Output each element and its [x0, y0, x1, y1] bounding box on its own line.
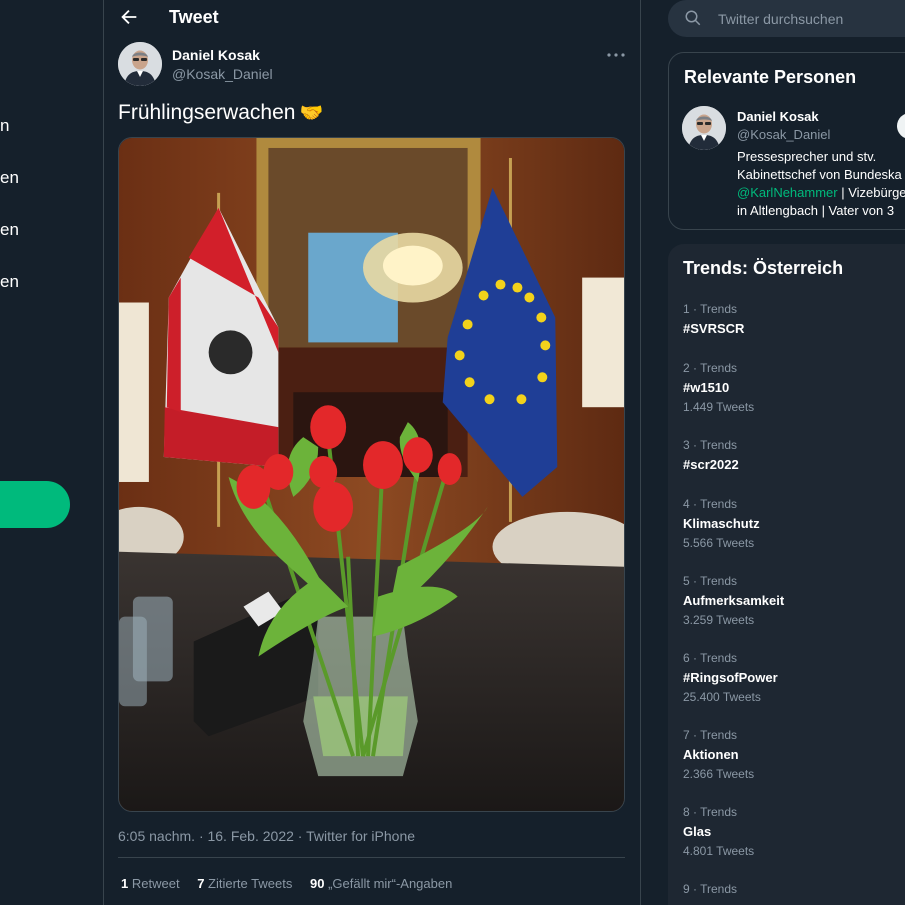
trend-meta: 1 · Trends [683, 302, 738, 316]
page-title: Tweet [169, 7, 219, 27]
trend-count: 1.449 Tweets [683, 400, 755, 414]
trend-item[interactable]: 9 · Trends [683, 882, 737, 896]
bio-mention-link[interactable]: @KarlNehammer [737, 185, 838, 200]
nav-item-4[interactable]: en [0, 272, 19, 292]
trend-item[interactable]: 4 · Trends Klimaschutz 5.566 Tweets [683, 497, 760, 550]
trend-name: Aktionen [683, 747, 739, 762]
trend-meta: 6 · Trends [683, 651, 738, 665]
tweet-timestamp[interactable]: 6:05 nachm. · 16. Feb. 2022 · Twitter fo… [118, 828, 415, 844]
trend-meta: 8 · Trends [683, 805, 738, 819]
trend-item[interactable]: 1 · Trends #SVRSCR [683, 302, 744, 336]
trend-item[interactable]: 5 · Trends Aufmerksamkeit 3.259 Tweets [683, 574, 784, 627]
trend-name: #SVRSCR [683, 321, 745, 336]
person-avatar[interactable] [682, 106, 726, 150]
trend-item[interactable]: 8 · Trends Glas 4.801 Tweets [683, 805, 754, 858]
trend-count: 3.259 Tweets [683, 613, 755, 627]
person-name[interactable]: Daniel Kosak [737, 109, 819, 124]
follow-button[interactable] [897, 113, 905, 139]
author-name[interactable]: Daniel Kosak [172, 47, 260, 63]
tweet-photo[interactable] [118, 137, 625, 812]
handshake-emoji-icon: 🤝 [299, 102, 324, 124]
like-label: „Gefällt mir“-Angaben [328, 876, 453, 891]
trend-count: 5.566 Tweets [683, 536, 755, 550]
left-navigation: n en en en [0, 0, 103, 905]
trend-meta: 7 · Trends [683, 728, 738, 742]
trend-count: 25.400 Tweets [683, 690, 761, 704]
retweet-stat[interactable]: 1 Retweet [121, 876, 180, 891]
retweet-label: Retweet [131, 876, 180, 891]
arrow-left-icon[interactable] [118, 6, 140, 28]
person-bio: Pressesprecher und stv. Kabinettschef vo… [737, 148, 905, 220]
author-handle[interactable]: @Kosak_Daniel [172, 66, 273, 82]
person-handle[interactable]: @Kosak_Daniel [737, 127, 830, 142]
nav-item-1[interactable]: n [0, 116, 9, 136]
trend-meta: 3 · Trends [683, 438, 738, 452]
bio-line-1: Pressesprecher und stv. [737, 149, 877, 164]
tweet-text-content: Frühlingserwachen [118, 101, 296, 124]
quote-label: Zitierte Tweets [208, 876, 293, 891]
like-stat[interactable]: 90 „Gefällt mir“-Angaben [310, 876, 452, 891]
trend-count: 4.801 Tweets [683, 844, 755, 858]
trend-item[interactable]: 3 · Trends #scr2022 [683, 438, 739, 472]
trend-count: 2.366 Tweets [683, 767, 755, 781]
trend-meta: 9 · Trends [683, 882, 738, 896]
trend-name: Glas [683, 824, 712, 839]
author-avatar[interactable] [118, 42, 162, 86]
relevant-people-title: Relevante Personen [684, 67, 857, 87]
search-input[interactable]: Twitter durchsuchen [718, 11, 843, 27]
retweet-count: 1 [121, 876, 129, 891]
quote-count: 7 [197, 876, 205, 891]
relevant-people-card: Relevante Personen Daniel Kosak @Kosak_D… [668, 52, 905, 230]
tweet-detail-column: Tweet Daniel Kosak @Kosak_Daniel Frühlin… [104, 0, 640, 905]
trend-name: Aufmerksamkeit [683, 593, 785, 608]
trend-name: #RingsofPower [683, 670, 778, 685]
trends-title: Trends: Österreich [683, 258, 844, 278]
more-options-icon[interactable] [604, 46, 628, 64]
search-box[interactable]: Twitter durchsuchen [668, 0, 905, 37]
trend-meta: 4 · Trends [683, 497, 738, 511]
tweet-text: Frühlingserwachen 🤝 [118, 101, 323, 125]
tweet-stats: 1 Retweet 7 Zitierte Tweets 90 „Gefällt … [121, 876, 466, 891]
search-icon [685, 10, 701, 26]
trend-item[interactable]: 7 · Trends Aktionen 2.366 Tweets [683, 728, 754, 781]
trend-name: #w1510 [683, 380, 730, 395]
bio-line-3: @KarlNehammer | Vizebürge [737, 184, 905, 202]
nav-item-3[interactable]: en [0, 220, 19, 240]
quote-tweet-stat[interactable]: 7 Zitierte Tweets [197, 876, 292, 891]
nav-item-2[interactable]: en [0, 168, 19, 188]
main-right-border [640, 0, 641, 905]
trend-meta: 5 · Trends [683, 574, 738, 588]
like-count: 90 [309, 876, 325, 891]
trends-card: Trends: Österreich 1 · Trends #SVRSCR 2 … [668, 244, 905, 905]
trend-meta: 2 · Trends [683, 361, 738, 375]
bio-line-3-rest: | Vizebürge [837, 185, 905, 200]
tweet-compose-button[interactable] [0, 481, 70, 528]
bio-line-4: in Altlengbach | Vater von 3 [737, 203, 895, 218]
trend-item[interactable]: 2 · Trends #w1510 1.449 Tweets [683, 361, 754, 414]
trend-item[interactable]: 6 · Trends #RingsofPower 25.400 Tweets [683, 651, 778, 704]
bio-line-2: Kabinettschef von Bundeska [737, 167, 902, 182]
tweet-header: Tweet [104, 0, 640, 35]
trend-name: Klimaschutz [683, 516, 760, 531]
stats-divider [118, 857, 625, 858]
trend-name: #scr2022 [683, 457, 739, 472]
